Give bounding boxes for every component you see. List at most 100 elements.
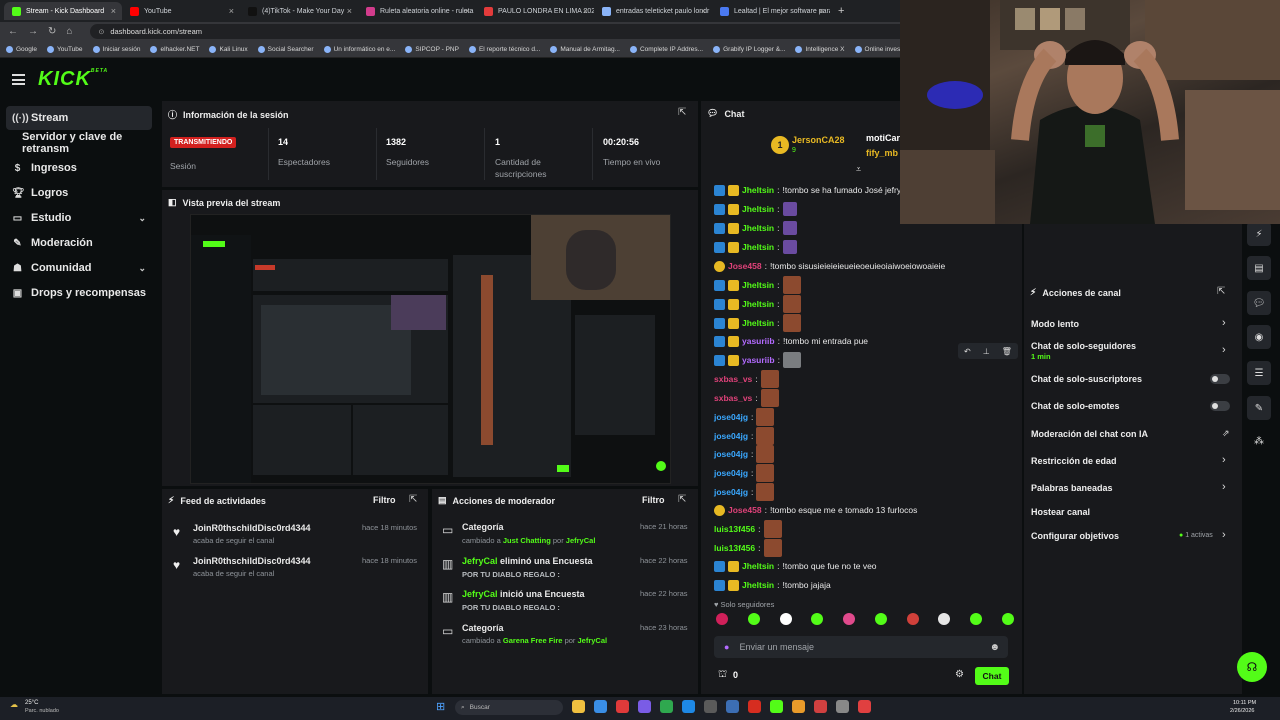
chat-username[interactable]: luis13f456 bbox=[714, 543, 755, 553]
quick-emote-icon[interactable] bbox=[843, 613, 856, 625]
chat-message[interactable]: Jheltsin: !tombo jajaja bbox=[714, 577, 831, 593]
action-subs-only[interactable]: Chat de solo-suscriptores bbox=[1031, 374, 1142, 384]
browser-tab[interactable]: YouTube × bbox=[122, 2, 240, 20]
windows-start-icon[interactable]: ⊞ bbox=[436, 700, 445, 713]
reload-icon[interactable]: ↻ bbox=[48, 26, 56, 37]
lightning-icon[interactable]: ⚡︎ bbox=[1247, 222, 1271, 246]
chat-username[interactable]: jose04jg bbox=[714, 412, 748, 422]
taskbar-app-icon[interactable] bbox=[792, 700, 805, 713]
forward-icon[interactable]: → bbox=[28, 26, 38, 37]
broadcast-icon[interactable]: ◉ bbox=[1247, 325, 1271, 349]
stream-preview-video[interactable] bbox=[190, 214, 671, 484]
chat-message[interactable]: Jheltsin: bbox=[714, 220, 797, 236]
chat-message[interactable]: Jheltsin: bbox=[714, 295, 801, 313]
bookmark-item[interactable]: Social Searcher bbox=[257, 45, 314, 53]
chat-message[interactable]: Jheltsin: bbox=[714, 314, 801, 332]
chat-icon[interactable]: 💬︎ bbox=[1247, 291, 1271, 315]
chat-message[interactable]: Jose458: !tombo esque me e tomado 13 furl… bbox=[714, 502, 917, 518]
taskbar-app-icon[interactable] bbox=[594, 700, 607, 713]
taskbar-app-icon[interactable] bbox=[836, 700, 849, 713]
mic-icon[interactable]: ● bbox=[724, 642, 729, 652]
quick-emote-icon[interactable] bbox=[811, 613, 824, 625]
chat-username[interactable]: Jheltsin bbox=[742, 299, 774, 309]
mod-filter-button[interactable]: Filtro bbox=[642, 495, 665, 505]
external-link-icon[interactable]: ⇱ bbox=[678, 107, 686, 118]
bookmark-item[interactable]: El reporte técnico d... bbox=[468, 45, 540, 53]
feed-item-name[interactable]: JoinR0thschildDisc0rd4344 bbox=[193, 556, 311, 566]
chat-emote-icon[interactable] bbox=[756, 464, 775, 482]
chat-message[interactable]: Jheltsin: bbox=[714, 239, 797, 255]
chat-username[interactable]: yasuriib bbox=[742, 336, 775, 346]
send-chat-button[interactable]: Chat bbox=[975, 667, 1009, 685]
chat-username[interactable]: jose04jg bbox=[714, 431, 748, 441]
chat-emote-icon[interactable] bbox=[756, 408, 775, 426]
taskbar-app-icon[interactable] bbox=[770, 700, 783, 713]
close-tab-icon[interactable]: × bbox=[819, 6, 824, 16]
chat-message[interactable]: Jose458: !tombo sisusieieieieueieoeuieoia… bbox=[714, 258, 945, 274]
chat-username[interactable]: luis13f456 bbox=[714, 524, 755, 534]
chat-username[interactable]: sxbas_vs bbox=[714, 393, 752, 403]
back-icon[interactable]: ← bbox=[8, 26, 18, 37]
chat-emote-icon[interactable] bbox=[763, 539, 782, 557]
feed-filter-button[interactable]: Filtro bbox=[373, 495, 396, 505]
sidebar-item-logros[interactable]: 🏆︎ Logros bbox=[6, 181, 152, 205]
chat-username[interactable]: Jheltsin bbox=[742, 185, 774, 195]
bookmark-item[interactable]: Manual de Armitag... bbox=[550, 45, 620, 53]
chat-message[interactable]: jose04jg: bbox=[714, 464, 775, 482]
chat-username[interactable]: jose04jg bbox=[714, 487, 748, 497]
quick-emote-icon[interactable] bbox=[716, 613, 728, 625]
taskbar-app-icon[interactable] bbox=[660, 700, 673, 713]
document-icon[interactable]: ▤ bbox=[1247, 256, 1271, 280]
chat-message[interactable]: sxbas_vs: bbox=[714, 389, 779, 407]
sidebar-item-stream[interactable]: ((·)) Stream bbox=[6, 106, 152, 130]
browser-tab[interactable]: entradas teleticket paulo londr × bbox=[594, 2, 712, 20]
chat-username[interactable]: Jheltsin bbox=[742, 204, 774, 214]
chat-username[interactable]: Jose458 bbox=[728, 505, 762, 515]
chevron-right-icon[interactable]: › bbox=[1222, 454, 1226, 466]
taskbar-app-icon[interactable] bbox=[748, 700, 761, 713]
chat-emote-icon[interactable] bbox=[782, 240, 797, 254]
chat-message[interactable]: luis13f456: bbox=[714, 520, 782, 538]
menu-icon[interactable] bbox=[12, 74, 25, 85]
new-tab-button[interactable]: + bbox=[838, 5, 844, 17]
chat-message[interactable]: jose04jg: bbox=[714, 483, 775, 501]
close-tab-icon[interactable]: × bbox=[701, 6, 706, 16]
chat-emote-icon[interactable] bbox=[756, 483, 775, 501]
chat-message[interactable]: sxbas_vs: bbox=[714, 370, 779, 388]
chat-message[interactable]: Jheltsin: bbox=[714, 276, 801, 294]
bookmark-item[interactable]: YouTube bbox=[46, 45, 83, 53]
chat-emote-icon[interactable] bbox=[763, 520, 782, 538]
pin-icon[interactable]: ⊥ bbox=[983, 347, 990, 356]
chat-message[interactable]: jose04jg: bbox=[714, 445, 775, 463]
sidebar-item-server-key[interactable]: Servidor y clave de retransm bbox=[16, 131, 162, 155]
chat-emote-icon[interactable] bbox=[782, 352, 801, 368]
chat-message[interactable]: Jheltsin: bbox=[714, 201, 797, 217]
bookmark-item[interactable]: Google bbox=[6, 45, 37, 53]
emotes-only-toggle[interactable] bbox=[1210, 401, 1230, 411]
chat-username[interactable]: Jheltsin bbox=[742, 561, 774, 571]
bookmark-item[interactable]: Intelligence X bbox=[795, 45, 845, 53]
chat-username[interactable]: Jheltsin bbox=[742, 580, 774, 590]
browser-tab[interactable]: PAULO LONDRA EN LIMA 2026 × bbox=[476, 2, 594, 20]
chat-username[interactable]: yasuriib bbox=[742, 355, 775, 365]
pinned-user-3[interactable]: fify_mb bbox=[866, 148, 898, 158]
chevron-down-icon[interactable]: ⩡ bbox=[856, 164, 861, 175]
chat-message[interactable]: yasuriib: !tombo mi entrada pue bbox=[714, 333, 868, 349]
pinned-user-2[interactable]: motiCarl bbox=[866, 133, 903, 143]
chat-username[interactable]: Jheltsin bbox=[742, 280, 774, 290]
chat-message[interactable]: luis13f456: bbox=[714, 539, 782, 557]
chat-input[interactable]: ● Enviar un mensaje ☻ bbox=[714, 636, 1008, 658]
chat-username[interactable]: Jose458 bbox=[728, 261, 762, 271]
quick-emote-icon[interactable] bbox=[938, 613, 951, 625]
action-age-restriction[interactable]: Restricción de edad bbox=[1031, 456, 1117, 466]
chat-username[interactable]: Jheltsin bbox=[742, 318, 774, 328]
chat-message[interactable]: jose04jg: bbox=[714, 408, 775, 426]
external-link-icon[interactable]: ⇗ bbox=[1222, 428, 1230, 439]
sidebar-item-estudio[interactable]: ▭ Estudio ⌄ bbox=[6, 206, 152, 230]
action-followers-only[interactable]: Chat de solo-seguidores bbox=[1031, 341, 1136, 351]
bookmark-item[interactable]: elhacker.NET bbox=[150, 45, 199, 53]
chevron-right-icon[interactable]: › bbox=[1222, 344, 1226, 356]
chat-emote-icon[interactable] bbox=[782, 295, 801, 313]
taskbar-app-icon[interactable] bbox=[572, 700, 585, 713]
action-banned-words[interactable]: Palabras baneadas bbox=[1031, 483, 1113, 493]
